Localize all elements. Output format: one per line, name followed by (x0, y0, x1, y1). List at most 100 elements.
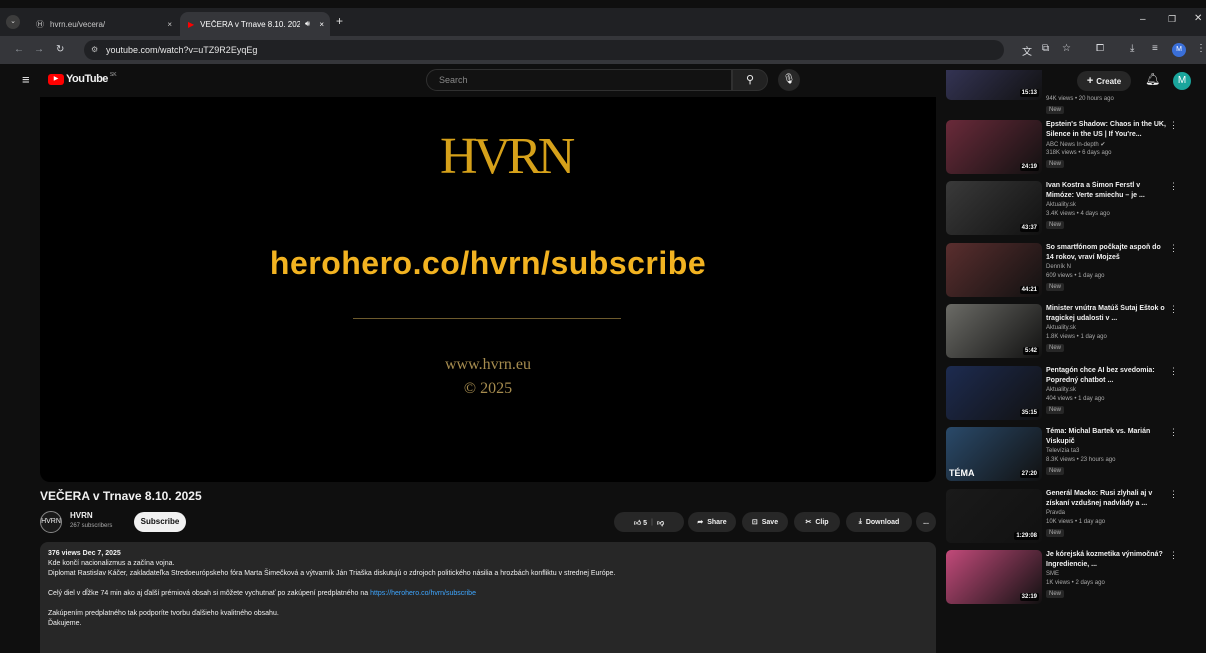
recommendation-item[interactable]: 35:15 Pentagón chce AI bez svedomia: Popr… (946, 366, 1192, 424)
tab-title: VEČERA v Trnave 8.10. 2025 (200, 19, 301, 29)
tab-search-button[interactable]: ⌄ (6, 15, 20, 29)
extensions-icon[interactable]: ⧠ (1096, 43, 1104, 54)
maximize-button[interactable]: ❐ (1168, 14, 1176, 25)
recommendation-title[interactable]: Je kórejská kozmetika výnimočná? Ingredi… (1046, 550, 1168, 570)
duration-badge: 32:19 (1019, 593, 1039, 601)
new-tab-button[interactable]: + (336, 14, 343, 28)
browser-menu-icon[interactable]: ⋮ (1196, 43, 1206, 54)
new-badge: New (1046, 529, 1065, 537)
video-thumbnail[interactable]: 43:37 (946, 181, 1042, 235)
recommendation-channel[interactable]: Televízia ta3 (1046, 448, 1079, 454)
bookmark-star-icon[interactable]: ☆ (1062, 43, 1071, 54)
forward-icon[interactable]: → (34, 44, 44, 55)
duration-badge: 1:29:08 (1014, 532, 1039, 540)
more-options-icon[interactable]: ⋮ (1169, 304, 1178, 315)
profile-avatar[interactable]: M (1172, 43, 1186, 57)
site-info-icon[interactable]: ⚙ (91, 40, 98, 60)
scissors-icon: ✂ (805, 519, 812, 526)
recommendation-item[interactable]: 44:21 So smartfónom počkajte aspoň do 14 … (946, 243, 1192, 301)
new-badge: New (1046, 590, 1065, 598)
more-actions-button[interactable]: ... (916, 512, 936, 532)
minimize-button[interactable]: – (1140, 14, 1146, 25)
recommendation-channel[interactable]: Aktuality.sk (1046, 387, 1076, 393)
channel-name[interactable]: HVRN (70, 511, 93, 520)
tab-hvrn[interactable]: Ⓗ hvrn.eu/vecera/ × (28, 12, 178, 36)
recommendation-item[interactable]: TÉMA 27:20 Téma: Michal Bartek vs. Marián … (946, 427, 1192, 485)
clip-button[interactable]: ✂ Clip (794, 512, 840, 532)
recommendation-channel[interactable]: ABC News In-depth ✔ (1046, 141, 1105, 148)
bookmark-icon: ⊡ (751, 519, 758, 526)
recommendation-channel[interactable]: Pravda (1046, 510, 1065, 516)
video-thumbnail[interactable]: 15:13 (946, 70, 1042, 100)
recommendation-title[interactable]: Generál Macko: Rusi zlyhali aj v získaní… (1046, 489, 1168, 509)
download-button[interactable]: ⤓ Download (846, 512, 912, 532)
subscribe-link[interactable]: https://herohero.co/hvrn/subscribe (370, 590, 476, 597)
reload-icon[interactable]: ↻ (56, 44, 64, 55)
recommendation-channel[interactable]: SME (1046, 571, 1059, 577)
tab-close-icon[interactable]: × (167, 20, 172, 29)
video-title: VEČERA v Trnave 8.10. 2025 (40, 489, 202, 503)
search-button[interactable]: ⚲ (732, 69, 768, 91)
recommendation-channel[interactable]: Aktuality.sk (1046, 202, 1076, 208)
subscribe-button[interactable]: Subscribe (134, 512, 186, 532)
recommendation-channel[interactable]: Denník N (1046, 264, 1071, 270)
video-thumbnail[interactable]: TÉMA 27:20 (946, 427, 1042, 481)
share-button[interactable]: ➦ Share (688, 512, 736, 532)
tab-title: hvrn.eu/vecera/ (50, 19, 106, 29)
youtube-play-logo-icon: ▶ (48, 73, 64, 85)
more-options-icon[interactable]: ⋮ (1169, 181, 1178, 192)
recommendation-item[interactable]: 24:19 Epstein's Shadow: Chaos in the UK, … (946, 120, 1192, 178)
more-options-icon[interactable]: ⋮ (1169, 366, 1178, 377)
more-options-icon[interactable]: ⋮ (1169, 120, 1178, 131)
cast-icon[interactable]: ⧉ (1042, 43, 1049, 54)
recommendation-item[interactable]: 1:29:08 Generál Macko: Rusi zlyhali aj v … (946, 489, 1192, 547)
hamburger-menu-icon[interactable]: ≡ (22, 72, 30, 87)
youtube-favicon-icon: ▶ (188, 19, 195, 29)
recommendation-title[interactable]: Minister vnútra Matúš Šutaj Eštok o trag… (1046, 304, 1168, 324)
video-thumbnail[interactable]: 1:29:08 (946, 489, 1042, 543)
more-options-icon[interactable]: ⋮ (1169, 427, 1178, 438)
tab-youtube[interactable]: ▶ VEČERA v Trnave 8.10. 2025 🔊︎ × (180, 12, 330, 36)
search-input[interactable]: Search (426, 69, 732, 91)
video-thumbnail[interactable]: 44:21 (946, 243, 1042, 297)
recommendation-title[interactable]: Epstein's Shadow: Chaos in the UK, Silen… (1046, 120, 1168, 140)
voice-search-button[interactable]: 🎙︎ (778, 69, 800, 91)
window-close-button[interactable]: ✕ (1194, 13, 1202, 24)
copyright-text: © 2025 (463, 380, 513, 397)
download-icon: ⤓ (858, 518, 862, 525)
more-options-icon[interactable]: ⋮ (1169, 243, 1178, 254)
recommendation-channel[interactable]: Aktuality.sk (1046, 325, 1076, 331)
video-thumbnail[interactable]: 5:42 (946, 304, 1042, 358)
media-control-icon[interactable]: ≡ (1152, 43, 1158, 54)
more-options-icon[interactable]: ⋮ (1169, 550, 1178, 561)
description-line: Ďakujeme. (48, 620, 82, 627)
video-thumbnail[interactable]: 32:19 (946, 550, 1042, 604)
dislike-button[interactable]: 👎︎ (657, 518, 664, 527)
duration-badge: 43:37 (1019, 224, 1039, 232)
save-button[interactable]: ⊡ Save (742, 512, 788, 532)
recommendation-item[interactable]: 5:42 Minister vnútra Matúš Šutaj Eštok o … (946, 304, 1192, 362)
translate-icon[interactable]: 文 (1022, 43, 1032, 58)
video-thumbnail[interactable]: 24:19 (946, 120, 1042, 174)
thumbs-up-icon: 👍︎ (633, 519, 642, 527)
recommendation-title[interactable]: Téma: Michal Bartek vs. Marián Viskupič (1046, 427, 1168, 447)
video-player[interactable]: HVRN herohero.co/hvrn/subscribe www.hvrn… (40, 97, 936, 482)
more-options-icon[interactable]: ⋮ (1169, 489, 1178, 500)
tab-close-icon[interactable]: × (319, 20, 324, 29)
recommendation-title[interactable]: So smartfónom počkajte aspoň do 14 rokov… (1046, 243, 1168, 263)
video-thumbnail[interactable]: 35:15 (946, 366, 1042, 420)
recommendation-meta: 10K views • 1 day ago (1046, 519, 1106, 525)
recommendation-title[interactable]: Ivan Kostra a Šimon Ferstl v Mimóze: Ver… (1046, 181, 1168, 201)
like-button[interactable]: 👍︎ 5 (634, 518, 647, 527)
recommendation-item[interactable]: 15:13 94K views • 20 hours ago New (946, 70, 1192, 116)
recommendation-item[interactable]: 32:19 Je kórejská kozmetika výnimočná? In… (946, 550, 1192, 608)
url-field[interactable]: ⚙ youtube.com/watch?v=uTZ9R2EyqEg (84, 40, 1004, 60)
channel-avatar[interactable]: HVRN (40, 511, 62, 533)
youtube-logo[interactable]: ▶ YouTube SK (48, 72, 117, 85)
like-dislike-group: 👍︎ 5 | 👎︎ (614, 512, 684, 532)
description-box[interactable]: 376 views Dec 7, 2025 Kde končí nacional… (40, 542, 936, 653)
recommendation-item[interactable]: 43:37 Ivan Kostra a Šimon Ferstl v Mimóze… (946, 181, 1192, 239)
downloads-icon[interactable]: ⤓ (1130, 43, 1134, 54)
back-icon[interactable]: ← (14, 44, 24, 55)
recommendation-title[interactable]: Pentagón chce AI bez svedomia: Popredný … (1046, 366, 1168, 386)
